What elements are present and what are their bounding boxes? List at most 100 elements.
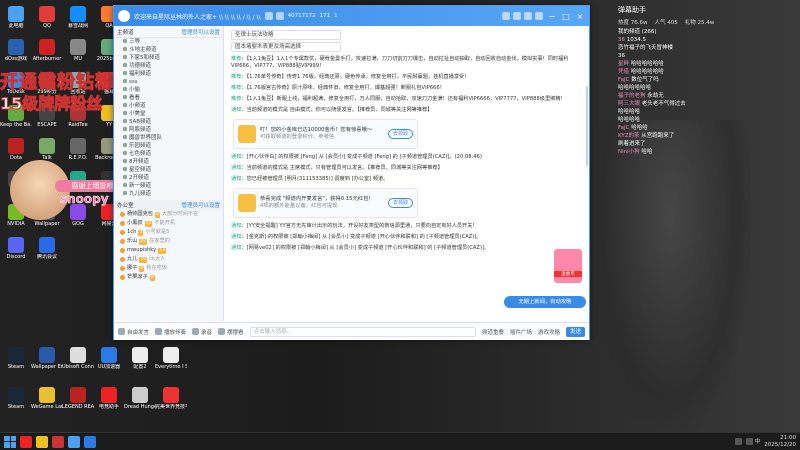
pinned-link-2[interactable]: 固本堵婴木表更及场高选择	[231, 42, 341, 52]
channel-icon	[123, 103, 127, 107]
desktop-icon[interactable]: Steam	[0, 345, 32, 379]
channel-item[interactable]: 小频道	[114, 102, 223, 110]
channel-item[interactable]: 星空频道	[114, 166, 223, 174]
game-guide-button[interactable]: 游戏攻略	[538, 328, 560, 336]
channel-item[interactable]: 2开频道	[114, 174, 223, 182]
desktop-icon[interactable]: 腾讯会议	[31, 235, 63, 269]
app-icon	[39, 347, 55, 363]
app-icon	[70, 138, 86, 154]
gift-icon[interactable]	[554, 249, 582, 283]
taskbar-app-icon[interactable]	[68, 435, 80, 448]
online-count: 171	[319, 13, 331, 19]
screen-icon[interactable]	[513, 12, 521, 20]
desktop-icon[interactable]: 电竞助手	[93, 385, 125, 419]
desktop-icon[interactable]: QQ	[31, 4, 63, 38]
desktop-icon[interactable]: 完美世界竞技平台	[155, 385, 187, 419]
channel-item[interactable]: 5AB频道	[114, 118, 223, 126]
desktop-icon[interactable]: MU	[62, 37, 94, 71]
taskbar-app-icon[interactable]	[52, 435, 64, 448]
claim-button-2[interactable]: 去领取	[387, 198, 413, 208]
user-row[interactable]: 九儿 10 ck大人	[114, 255, 223, 264]
star-icon[interactable]	[275, 12, 284, 20]
desktop-icon[interactable]: Afterburner	[31, 37, 63, 71]
taskbar-app-icon[interactable]	[36, 435, 48, 448]
office-admin-link[interactable]: 管理员可以设置	[181, 201, 220, 209]
close-button[interactable]: ×	[575, 12, 585, 21]
desktop-icon-label: LEGEND REAL	[62, 404, 94, 410]
desktop-icon[interactable]: Wallpaper Engine	[31, 345, 63, 379]
channel-item[interactable]: 九儿频道	[114, 190, 223, 198]
channel-item[interactable]: 8开频道	[114, 158, 223, 166]
video-icon[interactable]	[502, 12, 510, 20]
new-message-button[interactable]: 无期上新闻，有动攻略	[504, 296, 586, 308]
sidebar-admin-link[interactable]: 管理员可以设置	[181, 28, 220, 36]
user-level-badge: 22	[139, 238, 148, 245]
pinned-link-1[interactable]: 圣律士玩法攻略	[231, 30, 341, 40]
channel-item[interactable]: 福利频道	[114, 70, 223, 78]
desktop-icon[interactable]: LEGEND REAL	[62, 385, 94, 419]
accompaniment-button[interactable]: 播放伴奏	[155, 328, 186, 336]
taskbar-app-icon[interactable]	[84, 435, 96, 448]
record-button[interactable]: 录音	[192, 328, 212, 336]
user-row[interactable]: 芒果凉子 8	[114, 273, 223, 282]
channel-item[interactable]: 小偷	[114, 86, 223, 94]
gift-label[interactable]: 送金币	[554, 271, 582, 277]
plugin-square-button[interactable]: 插件广场	[510, 328, 532, 336]
danmaku-line: KYZ的茶 从宫跑跑来了	[618, 132, 740, 140]
user-row[interactable]: 1ch 5 小号就是5	[114, 228, 223, 237]
desktop-icon[interactable]: 此电脑	[0, 4, 32, 38]
channel-item[interactable]: 三等	[114, 38, 223, 46]
main-channel-label[interactable]: 主频道	[117, 28, 134, 36]
input-language[interactable]: 中	[755, 439, 761, 445]
channel-item[interactable]: 阿瓶频道	[114, 126, 223, 134]
maximize-button[interactable]: □	[561, 12, 571, 21]
user-row[interactable]: mwupishky 13	[114, 246, 223, 255]
desktop-icon[interactable]: GOG	[62, 202, 94, 236]
minimize-button[interactable]: −	[547, 12, 557, 21]
office-label[interactable]: 办公室	[117, 201, 134, 209]
chat-message: 通知：[金克斯] 的权限被 [郑翰小梅闰] 从 [会员小] 变成子频道 [开心伙…	[231, 234, 482, 240]
menu-icon[interactable]	[535, 12, 543, 20]
channel-item[interactable]: 小美堂	[114, 110, 223, 118]
channel-item[interactable]: 乐园频道	[114, 142, 223, 150]
channel-item[interactable]: 魔兽世界团队	[114, 134, 223, 142]
desktop-icon[interactable]: Dread Hunger	[124, 385, 156, 419]
volume-icon[interactable]	[746, 437, 754, 445]
user-row[interactable]: 乐山 22 在家里的	[114, 237, 223, 246]
desktop-icon[interactable]: WeGame Launcher	[31, 385, 63, 419]
user-row[interactable]: 挪子 9 我在吃饭	[114, 264, 223, 273]
clock[interactable]: 21:00 2025/12/20	[764, 435, 796, 449]
channel-item[interactable]: 看看	[114, 94, 223, 102]
channel-item[interactable]: 七色频道	[114, 150, 223, 158]
desktop-icon[interactable]: 配置2	[124, 345, 156, 379]
user-row[interactable]: 杨帅圆克包 8 大部分时间不在	[114, 210, 223, 219]
desktop-icon[interactable]: Discord	[0, 235, 32, 269]
network-icon[interactable]	[735, 437, 743, 445]
game-icon[interactable]	[524, 12, 532, 20]
channel-item[interactable]: 新一频道	[114, 182, 223, 190]
desktop-icon[interactable]: Everytime I See a DIN...	[155, 345, 187, 379]
channel-item[interactable]: 斗地主频道	[114, 46, 223, 54]
chat-input[interactable]: 点击输入消息...	[249, 326, 476, 337]
desktop-icon[interactable]: 暴雪战网	[62, 4, 94, 38]
channel-item[interactable]: 下家5和频道	[114, 54, 223, 62]
user-row[interactable]: 小黑叔 51 不能开机	[114, 219, 223, 228]
user-level-badge: 10	[139, 256, 148, 263]
channel-item[interactable]: sss	[114, 78, 223, 86]
free-speech-toggle[interactable]: 自由发言	[118, 328, 149, 336]
desktop-icon[interactable]: UU加速器	[93, 345, 125, 379]
claim-button-1[interactable]: 去领取	[387, 129, 413, 139]
desktop-icon[interactable]: R.E.P.O.	[62, 136, 94, 170]
desktop-icon[interactable]: Steam	[0, 385, 32, 419]
channel-item[interactable]: 功德频道	[114, 62, 223, 70]
start-button[interactable]	[4, 435, 16, 448]
channel-overlap-button[interactable]: 频道重叠	[482, 328, 504, 336]
desktop-icon[interactable]: dOss游戏	[0, 37, 32, 71]
share-icon[interactable]	[264, 12, 273, 20]
emoji-button[interactable]: 摆摆看	[218, 328, 244, 336]
chat-scrollbar[interactable]	[586, 86, 588, 166]
send-button[interactable]: 发送	[565, 326, 585, 337]
taskbar-app-icon[interactable]	[20, 435, 32, 448]
desktop-icon[interactable]: Ubisoft Connect	[62, 345, 94, 379]
desktop-icon-label: NVIDIA	[7, 221, 25, 227]
